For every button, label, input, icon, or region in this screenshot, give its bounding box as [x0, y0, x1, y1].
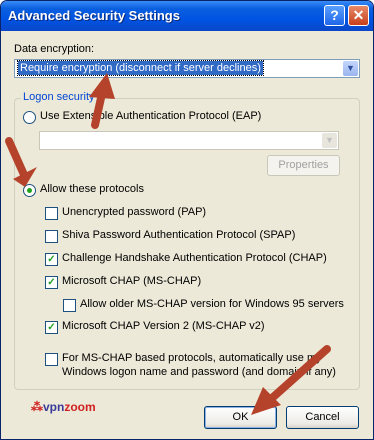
allow-protocols-radio[interactable] — [23, 184, 36, 197]
spap-checkbox[interactable] — [45, 230, 58, 243]
auto-logon-checkbox[interactable] — [45, 353, 58, 366]
chap-label[interactable]: Challenge Handshake Authentication Proto… — [62, 252, 327, 264]
data-encryption-select[interactable]: Require encryption (disconnect if server… — [14, 59, 360, 78]
logon-security-legend: Logon security — [21, 91, 97, 103]
auto-logon-label-line1[interactable]: For MS-CHAP based protocols, automatical… — [62, 352, 322, 364]
older-ms-chap-label[interactable]: Allow older MS-CHAP version for Windows … — [80, 298, 344, 310]
ok-button[interactable]: OK — [204, 406, 277, 429]
ms-chap-checkbox[interactable]: ✓ — [45, 276, 58, 289]
eap-type-value — [43, 133, 47, 147]
ms-chap-v2-checkbox[interactable]: ✓ — [45, 321, 58, 334]
allow-protocols-radio-label[interactable]: Allow these protocols — [40, 183, 144, 195]
spap-label[interactable]: Shiva Password Authentication Protocol (… — [62, 229, 295, 241]
window-title: Advanced Security Settings — [8, 8, 180, 23]
help-icon[interactable]: ? — [324, 5, 345, 26]
advanced-security-settings-dialog: Advanced Security Settings ? ✕ Data encr… — [0, 0, 374, 440]
older-ms-chap-checkbox[interactable] — [63, 299, 76, 312]
auto-logon-label-line2[interactable]: Windows logon name and password (and dom… — [62, 366, 336, 378]
eap-radio[interactable] — [23, 111, 36, 124]
data-encryption-selected-value: Require encryption (disconnect if server… — [17, 60, 264, 76]
logo-icon: ⁂ — [31, 400, 43, 414]
title-bar[interactable]: Advanced Security Settings ? ✕ — [1, 1, 373, 31]
ms-chap-label[interactable]: Microsoft CHAP (MS-CHAP) — [62, 275, 201, 287]
ms-chap-v2-label[interactable]: Microsoft CHAP Version 2 (MS-CHAP v2) — [62, 320, 265, 332]
properties-button[interactable]: Properties — [267, 155, 340, 176]
eap-radio-label[interactable]: Use Extensible Authentication Protocol (… — [40, 110, 261, 122]
data-encryption-label: Data encryption: — [14, 43, 95, 55]
chevron-down-icon[interactable]: ▼ — [343, 61, 358, 76]
chap-checkbox[interactable]: ✓ — [45, 253, 58, 266]
close-icon[interactable]: ✕ — [348, 5, 369, 26]
cancel-button[interactable]: Cancel — [286, 406, 359, 429]
vpnzoom-logo: ⁂vpnzoom — [31, 400, 96, 414]
pap-checkbox[interactable] — [45, 207, 58, 220]
chevron-down-icon[interactable]: ▼ — [322, 133, 337, 148]
eap-type-select[interactable]: ▼ — [39, 131, 339, 150]
pap-label[interactable]: Unencrypted password (PAP) — [62, 206, 206, 218]
